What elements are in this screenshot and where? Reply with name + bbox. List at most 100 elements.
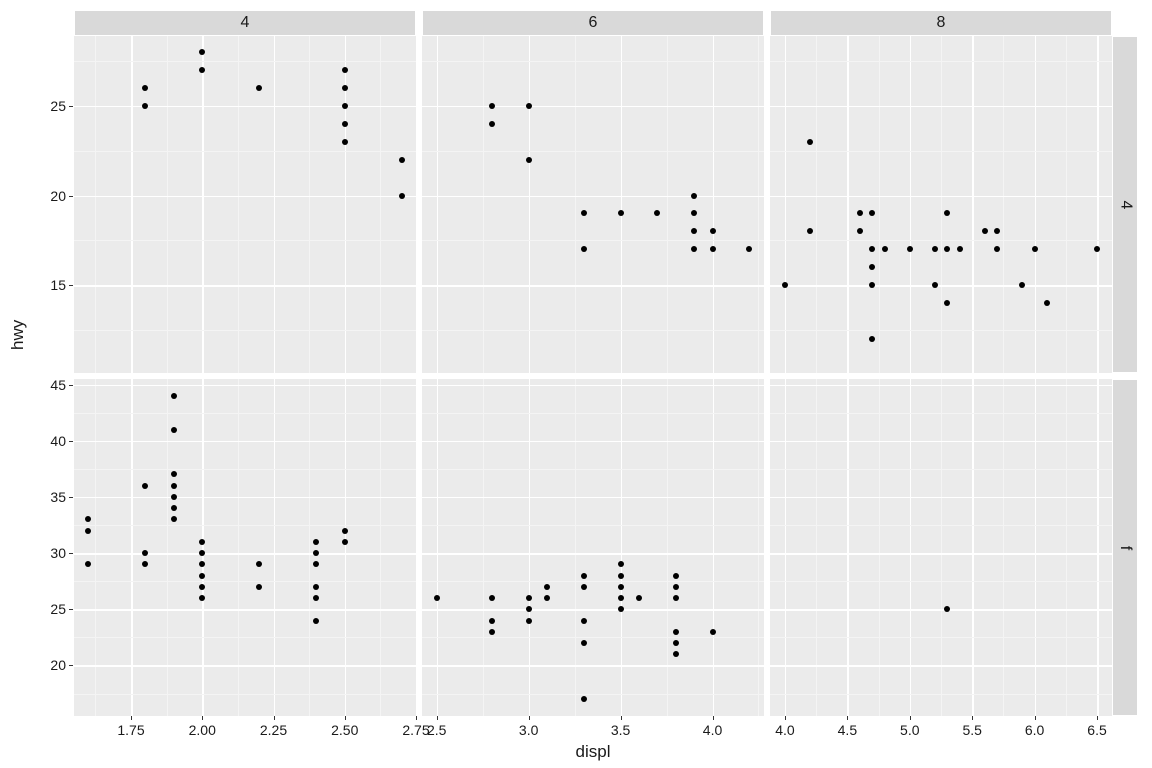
data-point [256,584,262,590]
data-point [489,629,495,635]
data-point [691,228,697,234]
data-point [313,595,319,601]
data-point [581,573,587,579]
data-point [581,640,587,646]
data-point [1019,282,1025,288]
data-point [618,573,624,579]
data-point [673,584,679,590]
data-point [85,561,91,567]
data-point [85,528,91,534]
data-point [1032,246,1038,252]
data-point [581,696,587,702]
data-point [199,561,205,567]
x-tick-label: 5.5 [962,722,981,738]
data-point [342,139,348,145]
x-tick-label: 3.0 [519,722,538,738]
facet-panel [770,379,1112,716]
data-point [869,336,875,342]
facet-panel [422,36,764,373]
data-point [171,494,177,500]
data-point [673,651,679,657]
data-point [526,103,532,109]
x-tick-label: 2.50 [331,722,358,738]
data-point [142,85,148,91]
y-tick-label: 35 [0,489,66,505]
data-point [1094,246,1100,252]
data-point [171,516,177,522]
y-axis-title: hwy [8,320,28,350]
data-point [526,157,532,163]
data-point [691,210,697,216]
data-point [342,103,348,109]
data-point [944,246,950,252]
y-tick-label: 45 [0,377,66,393]
data-point [807,228,813,234]
data-point [673,573,679,579]
data-point [710,228,716,234]
facet-col-strip: 6 [422,10,764,36]
x-tick-label: 1.75 [117,722,144,738]
x-tick-label: 3.5 [611,722,630,738]
data-point [199,573,205,579]
x-tick-label: 2.00 [189,722,216,738]
data-point [313,539,319,545]
data-point [673,629,679,635]
data-point [654,210,660,216]
data-point [869,264,875,270]
data-point [782,282,788,288]
data-point [746,246,752,252]
data-point [313,618,319,624]
data-point [994,228,1000,234]
y-tick-label: 20 [0,657,66,673]
data-point [489,103,495,109]
x-tick-label: 5.0 [900,722,919,738]
data-point [171,393,177,399]
data-point [256,85,262,91]
data-point [489,595,495,601]
data-point [581,246,587,252]
data-point [581,618,587,624]
data-point [869,282,875,288]
facet-col-strip: 8 [770,10,1112,36]
data-point [869,246,875,252]
x-tick-label: 2.5 [427,722,446,738]
data-point [581,584,587,590]
data-point [171,505,177,511]
facet-scatter-chart: hwy 4684152025f2025303540451.752.002.252… [0,0,1152,768]
data-point [932,246,938,252]
facet-row-strip: f [1112,379,1138,716]
data-point [710,246,716,252]
data-point [673,595,679,601]
data-point [636,595,642,601]
data-point [199,49,205,55]
x-tick-label: 6.5 [1087,722,1106,738]
y-tick-label: 30 [0,545,66,561]
data-point [434,595,440,601]
data-point [399,157,405,163]
data-point [807,139,813,145]
facet-panel [74,36,416,373]
data-point [342,85,348,91]
data-point [957,246,963,252]
data-point [526,606,532,612]
data-point [199,67,205,73]
facet-row-strip: 4 [1112,36,1138,373]
data-point [618,561,624,567]
facet-col-strip: 4 [74,10,416,36]
data-point [199,550,205,556]
data-point [342,528,348,534]
x-tick-label: 4.0 [703,722,722,738]
data-point [171,427,177,433]
x-tick-label: 2.25 [260,722,287,738]
x-tick-label: 2.75 [402,722,429,738]
data-point [342,539,348,545]
data-point [869,210,875,216]
x-tick-label: 4.0 [775,722,794,738]
data-point [994,246,1000,252]
data-point [618,595,624,601]
data-point [342,121,348,127]
data-point [399,193,405,199]
data-point [673,640,679,646]
y-tick-label: 20 [0,188,66,204]
data-point [171,483,177,489]
